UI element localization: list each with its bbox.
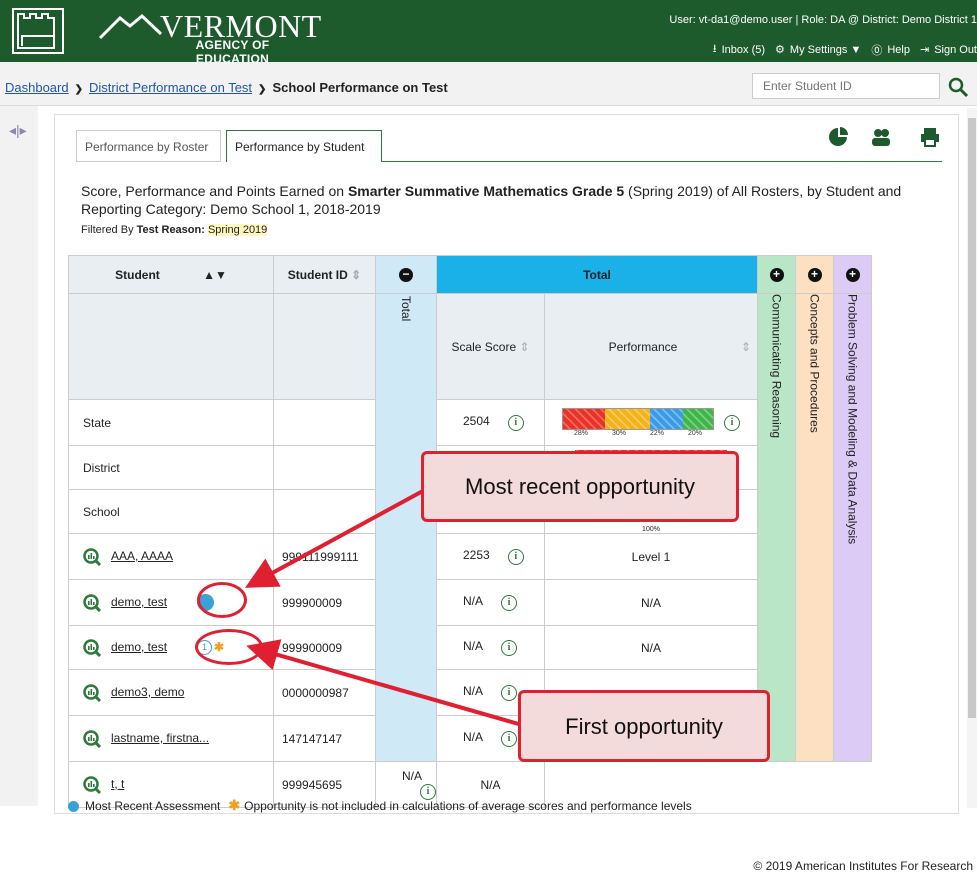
state-performance-bar: 28% 30% 22% 20% i	[544, 399, 758, 446]
table-row: AAA, AAAA 999111999111 2253 i Level 1	[68, 533, 872, 580]
callout-most-recent: Most recent opportunity	[421, 451, 739, 522]
col-cat2-toggle[interactable]: +	[795, 255, 834, 294]
table-row: demo, test 1 ✱ 999900009 N/A i N/A	[68, 625, 872, 670]
gear-icon: ⚙	[775, 44, 785, 56]
highlight-circle-first	[195, 629, 263, 665]
help-icon: ⓪	[871, 44, 883, 57]
callout-first-opportunity: First opportunity	[518, 690, 770, 762]
info-icon[interactable]: i	[507, 415, 524, 431]
breadcrumb-dashboard[interactable]: Dashboard	[5, 80, 69, 95]
student-link[interactable]: lastname, firstna...	[111, 731, 209, 745]
inbox-link[interactable]: ⭳ Inbox (5)	[713, 40, 765, 59]
breadcrumb-current: School Performance on Test	[272, 80, 448, 95]
info-icon[interactable]: i	[501, 731, 518, 747]
sort-icon[interactable]: ⇕	[741, 340, 751, 354]
col-total-band: Total	[436, 255, 758, 294]
performance-distribution-bar	[562, 408, 714, 430]
student-link[interactable]: demo3, demo	[111, 685, 184, 699]
test-name: Smarter Summative Mathematics Grade 5	[347, 183, 625, 199]
left-rail	[0, 106, 38, 806]
report-description: Score, Performance and Points Earned on …	[81, 183, 902, 217]
header-links: ⭳ Inbox (5) ⚙ My Settings ▼ ⓪ Help ⇥ Sign Ou…	[713, 40, 977, 59]
col-concepts-procedures: Concepts and Procedures	[795, 293, 834, 762]
breadcrumb: Dashboard ❯ District Performance on Test ❯ S…	[5, 80, 448, 95]
pie-chart-icon[interactable]	[827, 126, 849, 148]
breadcrumb-district[interactable]: District Performance on Test	[89, 80, 252, 95]
student-link[interactable]: demo, test	[111, 595, 167, 609]
sort-icon[interactable]: ▲▼	[203, 268, 227, 282]
download-icon: ⭳	[712, 43, 717, 55]
col-total-vertical: Total	[375, 293, 437, 762]
table-row: demo, test 999900009 N/A i N/A	[68, 579, 872, 626]
col-cat1-toggle[interactable]: +	[757, 255, 796, 294]
group-users-icon[interactable]	[870, 126, 892, 148]
filter-summary: Filtered By Test Reason: Spring 2019	[81, 224, 268, 236]
app-header: VERMONT AGENCY OF EDUCATION User: vt-da1…	[0, 0, 977, 66]
tab-performance-by-roster[interactable]: Performance by Roster	[76, 130, 221, 162]
info-icon[interactable]: i	[501, 685, 518, 701]
student-report-icon[interactable]	[83, 729, 101, 748]
col-student[interactable]: Student ▲▼	[68, 255, 274, 294]
sort-icon[interactable]: ⇕	[519, 340, 529, 354]
col-scale-score[interactable]: Scale Score ⇕	[436, 293, 545, 400]
filter-value: Spring 2019	[207, 224, 268, 236]
row-district-label: District	[68, 445, 274, 490]
sort-icon[interactable]: ⇕	[351, 268, 361, 282]
signout-link[interactable]: ⇥ Sign Out	[919, 43, 977, 57]
scrollbar-thumb[interactable]	[968, 118, 976, 718]
legend: Most Recent Assessment ✱ Opportunity is no…	[68, 797, 692, 814]
copyright: © 2019 American Institutes For Research	[753, 859, 973, 873]
student-report-icon[interactable]	[83, 775, 101, 794]
chevron-right-icon: ❯	[74, 84, 83, 95]
row-state-label: State	[68, 399, 274, 446]
student-link[interactable]: t, t	[111, 777, 124, 791]
student-report-icon[interactable]	[83, 638, 101, 657]
plus-circle-icon[interactable]: +	[845, 268, 860, 282]
row-school-label: School	[68, 489, 274, 534]
state-scale-score: 2504	[463, 414, 490, 428]
student-report-icon[interactable]	[83, 593, 101, 612]
student-id-search-input[interactable]	[752, 73, 940, 99]
excluded-star-icon: ✱	[228, 797, 241, 813]
mountain-swoosh-icon	[98, 13, 163, 40]
info-icon[interactable]: i	[501, 595, 518, 611]
col-cat3-toggle[interactable]: +	[833, 255, 872, 294]
tab-underline	[382, 161, 942, 162]
tab-performance-by-student[interactable]: Performance by Student	[226, 130, 382, 162]
print-icon[interactable]	[919, 126, 941, 148]
col-student-id[interactable]: Student ID ⇕	[273, 255, 376, 294]
col-performance[interactable]: Performance ⇕	[544, 293, 758, 400]
student-link[interactable]: AAA, AAAA	[111, 549, 173, 563]
info-icon[interactable]: i	[724, 414, 740, 431]
col-total-toggle[interactable]: −	[375, 255, 437, 294]
search-icon[interactable]	[947, 76, 969, 98]
user-info: User: vt-da1@demo.user | Role: DA @ Dist…	[669, 14, 977, 26]
info-icon[interactable]: i	[507, 549, 524, 565]
vermont-state-logo-icon	[12, 8, 64, 54]
info-icon[interactable]: i	[501, 640, 518, 656]
minus-circle-icon[interactable]: −	[399, 268, 413, 282]
settings-link[interactable]: ⚙ My Settings ▼	[775, 43, 861, 57]
student-report-icon[interactable]	[83, 683, 101, 702]
most-recent-dot-icon	[68, 801, 79, 813]
signout-icon: ⇥	[919, 44, 930, 56]
student-link[interactable]: demo, test	[111, 640, 167, 654]
help-link[interactable]: ⓪ Help	[871, 42, 910, 58]
student-report-icon[interactable]	[83, 547, 101, 566]
col-problem-solving: Problem Solving and Modeling & Data Anal…	[833, 293, 872, 762]
expand-collapse-icon[interactable]: ◂|▸	[9, 122, 27, 139]
highlight-circle-recent	[197, 582, 247, 618]
plus-circle-icon[interactable]: +	[807, 268, 822, 282]
plus-circle-icon[interactable]: +	[769, 268, 784, 282]
chevron-right-icon: ❯	[258, 84, 267, 95]
